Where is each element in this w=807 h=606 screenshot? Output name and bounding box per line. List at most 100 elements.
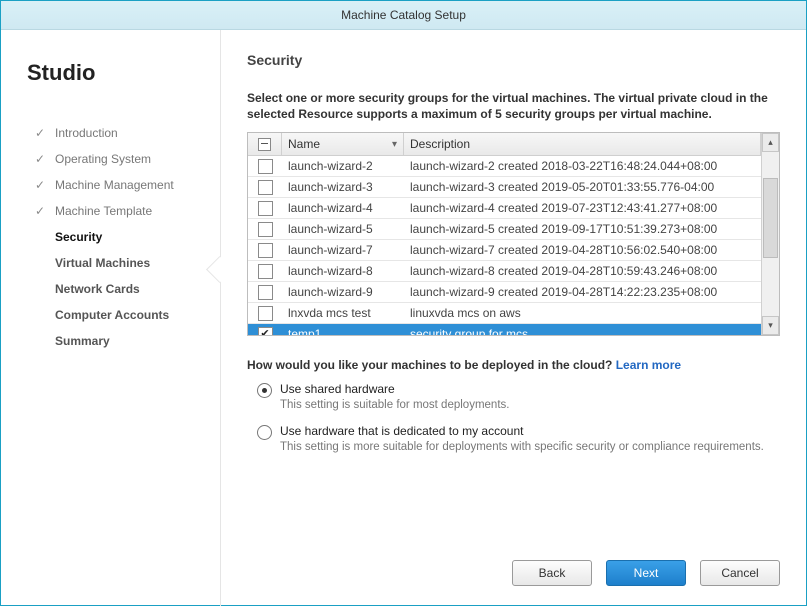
- instruction-text: Select one or more security groups for t…: [247, 90, 780, 122]
- option-text: Use hardware that is dedicated to my acc…: [280, 424, 780, 456]
- row-checkbox-cell: [248, 306, 282, 321]
- deploy-option[interactable]: Use shared hardwareThis setting is suita…: [247, 382, 780, 414]
- row-checkbox[interactable]: [258, 159, 273, 174]
- column-header-description-label: Description: [410, 137, 470, 151]
- row-checkbox[interactable]: [258, 264, 273, 279]
- row-description: security group for mcs: [404, 327, 761, 335]
- header-select-all[interactable]: [248, 133, 282, 155]
- back-button[interactable]: Back: [512, 560, 592, 586]
- security-groups-table: Name ▾ Description launch-wizard-2launch-…: [247, 132, 780, 336]
- row-checkbox[interactable]: [258, 222, 273, 237]
- row-name: temp1: [282, 327, 404, 335]
- step-label: Operating System: [55, 152, 151, 166]
- sort-down-icon: ▾: [392, 139, 397, 150]
- row-checkbox[interactable]: [258, 327, 273, 336]
- option-text: Use shared hardwareThis setting is suita…: [280, 382, 780, 414]
- wizard-sidebar: Studio ✓Introduction✓Operating System✓Ma…: [1, 30, 221, 606]
- step-label: Virtual Machines: [55, 256, 150, 270]
- row-name: launch-wizard-7: [282, 243, 404, 257]
- column-header-description[interactable]: Description: [404, 133, 761, 155]
- row-description: launch-wizard-4 created 2019-07-23T12:43…: [404, 201, 761, 215]
- row-name: launch-wizard-8: [282, 264, 404, 278]
- brand-label: Studio: [27, 60, 212, 86]
- row-description: launch-wizard-2 created 2018-03-22T16:48…: [404, 159, 761, 173]
- table-row[interactable]: lnxvda mcs testlinuxvda mcs on aws: [248, 303, 761, 324]
- checkmark-icon: ✓: [33, 204, 47, 218]
- row-checkbox[interactable]: [258, 243, 273, 258]
- step-label: Introduction: [55, 126, 118, 140]
- scroll-down-icon[interactable]: ▾: [762, 316, 779, 335]
- row-description: launch-wizard-8 created 2019-04-28T10:59…: [404, 264, 761, 278]
- wizard-step-machine-management[interactable]: ✓Machine Management: [27, 172, 212, 198]
- wizard-footer: Back Next Cancel: [512, 560, 780, 586]
- radio-button[interactable]: [257, 425, 272, 440]
- column-header-name[interactable]: Name ▾: [282, 133, 404, 155]
- window-title: Machine Catalog Setup: [1, 1, 806, 30]
- option-label: Use hardware that is dedicated to my acc…: [280, 424, 780, 438]
- table-row[interactable]: launch-wizard-7launch-wizard-7 created 2…: [248, 240, 761, 261]
- row-name: lnxvda mcs test: [282, 306, 404, 320]
- wizard-step-summary[interactable]: ✓Summary: [27, 328, 212, 354]
- table-row[interactable]: launch-wizard-8launch-wizard-8 created 2…: [248, 261, 761, 282]
- wizard-step-operating-system[interactable]: ✓ Operating System: [27, 146, 212, 172]
- table-row[interactable]: launch-wizard-9launch-wizard-9 created 2…: [248, 282, 761, 303]
- row-name: launch-wizard-4: [282, 201, 404, 215]
- wizard-window: Machine Catalog Setup Studio ✓ Introducti…: [0, 0, 807, 606]
- wizard-step-introduction[interactable]: ✓ Introduction: [27, 120, 212, 146]
- step-label: Security: [55, 230, 102, 244]
- minus-icon: [258, 138, 271, 151]
- step-label: Network Cards: [55, 282, 140, 296]
- row-checkbox[interactable]: [258, 201, 273, 216]
- wizard-step-virtual-machines[interactable]: ✓Virtual Machines: [27, 250, 212, 276]
- option-label: Use shared hardware: [280, 382, 780, 396]
- table-area: Name ▾ Description launch-wizard-2launch-…: [248, 133, 761, 335]
- table-row[interactable]: launch-wizard-3launch-wizard-3 created 2…: [248, 177, 761, 198]
- section-heading: Security: [247, 52, 780, 68]
- table-rows: launch-wizard-2launch-wizard-2 created 2…: [248, 156, 761, 335]
- step-label: Computer Accounts: [55, 308, 169, 322]
- row-checkbox[interactable]: [258, 180, 273, 195]
- wizard-step-security[interactable]: ✓Security: [27, 224, 212, 250]
- learn-more-link[interactable]: Learn more: [616, 358, 681, 372]
- table-row[interactable]: launch-wizard-5launch-wizard-5 created 2…: [248, 219, 761, 240]
- checkmark-icon: ✓: [33, 126, 47, 140]
- row-checkbox-cell: [248, 222, 282, 237]
- wizard-step-computer-accounts[interactable]: ✓Computer Accounts: [27, 302, 212, 328]
- table-row[interactable]: launch-wizard-4launch-wizard-4 created 2…: [248, 198, 761, 219]
- row-description: launch-wizard-3 created 2019-05-20T01:33…: [404, 180, 761, 194]
- deploy-options: Use shared hardwareThis setting is suita…: [247, 382, 780, 455]
- cancel-button[interactable]: Cancel: [700, 560, 780, 586]
- deploy-option[interactable]: Use hardware that is dedicated to my acc…: [247, 424, 780, 456]
- row-checkbox-cell: [248, 285, 282, 300]
- row-description: launch-wizard-9 created 2019-04-28T14:22…: [404, 285, 761, 299]
- row-checkbox-cell: [248, 201, 282, 216]
- row-checkbox-cell: [248, 159, 282, 174]
- radio-button[interactable]: [257, 383, 272, 398]
- step-label: Machine Template: [55, 204, 152, 218]
- scroll-up-icon[interactable]: ▴: [762, 133, 779, 152]
- row-checkbox-cell: [248, 327, 282, 336]
- row-checkbox[interactable]: [258, 285, 273, 300]
- scroll-thumb[interactable]: [763, 178, 778, 258]
- step-label: Summary: [55, 334, 110, 348]
- deploy-question: How would you like your machines to be d…: [247, 358, 780, 372]
- table-row[interactable]: temp1security group for mcs: [248, 324, 761, 335]
- row-description: launch-wizard-7 created 2019-04-28T10:56…: [404, 243, 761, 257]
- deploy-question-text: How would you like your machines to be d…: [247, 358, 612, 372]
- step-label: Machine Management: [55, 178, 174, 192]
- row-name: launch-wizard-5: [282, 222, 404, 236]
- row-checkbox-cell: [248, 243, 282, 258]
- scroll-track[interactable]: [762, 152, 779, 316]
- row-checkbox[interactable]: [258, 306, 273, 321]
- wizard-step-machine-template[interactable]: ✓ Machine Template: [27, 198, 212, 224]
- column-header-name-label: Name: [288, 137, 320, 151]
- table-scrollbar[interactable]: ▴ ▾: [761, 133, 779, 335]
- wizard-step-network-cards[interactable]: ✓Network Cards: [27, 276, 212, 302]
- row-description: launch-wizard-5 created 2019-09-17T10:51…: [404, 222, 761, 236]
- table-header: Name ▾ Description: [248, 133, 761, 156]
- row-checkbox-cell: [248, 180, 282, 195]
- checkmark-icon: ✓: [33, 152, 47, 166]
- table-row[interactable]: launch-wizard-2launch-wizard-2 created 2…: [248, 156, 761, 177]
- row-name: launch-wizard-3: [282, 180, 404, 194]
- next-button[interactable]: Next: [606, 560, 686, 586]
